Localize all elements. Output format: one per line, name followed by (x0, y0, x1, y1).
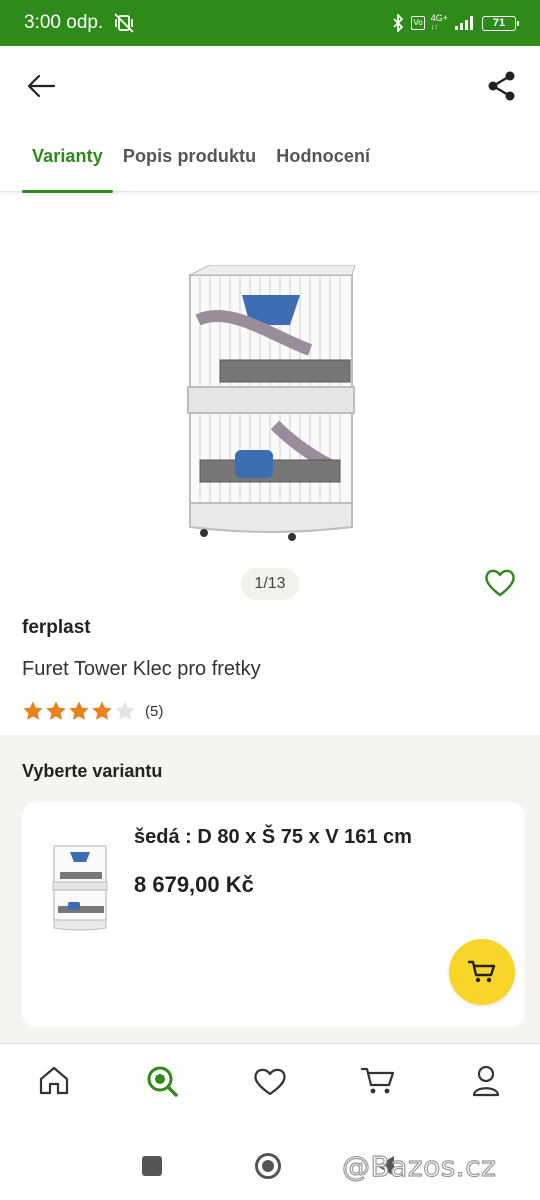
product-brand[interactable]: ferplast (22, 617, 91, 639)
heart-outline-icon[interactable] (484, 567, 516, 602)
product-name: Furet Tower Klec pro fretky (22, 658, 261, 680)
rating-stars (22, 700, 136, 722)
status-bar: 3:00 odp. Vo 4G+ ↓↑ 71 (0, 0, 540, 46)
product-rating[interactable]: (5) (22, 700, 163, 722)
tab-bar: Varianty Popis produktu Hodnocení (0, 126, 540, 193)
variant-name: šedá : D 80 x Š 75 x V 161 cm (134, 826, 412, 848)
signal-icon (455, 16, 473, 30)
recents-icon[interactable] (142, 1156, 162, 1176)
network-type: 4G+ ↓↑ (430, 13, 448, 32)
status-time: 3:00 odp. (24, 12, 104, 33)
cart-icon (468, 960, 496, 984)
arrow-left-icon[interactable] (22, 70, 60, 102)
star-filled-icon (92, 701, 112, 720)
home-icon (38, 1066, 70, 1096)
nav-cart[interactable] (324, 1044, 432, 1128)
star-filled-icon (23, 701, 43, 720)
home-circle-icon[interactable] (255, 1153, 281, 1179)
star-filled-icon (69, 701, 89, 720)
tab-varianty[interactable]: Varianty (22, 126, 113, 193)
variants-title: Vyberte variantu (22, 761, 163, 781)
image-counter: 1/13 (241, 568, 299, 600)
status-icons: Vo 4G+ ↓↑ 71 (391, 13, 519, 32)
bottom-navigation (0, 1043, 540, 1128)
product-gallery[interactable]: 1/13 (0, 193, 540, 613)
rating-count: (5) (145, 702, 164, 720)
share-icon[interactable] (486, 69, 518, 103)
watermark: @Bazos.cz (341, 1149, 497, 1183)
nav-search[interactable] (108, 1044, 216, 1128)
battery-icon: 71 (482, 15, 519, 31)
variant-image (52, 845, 108, 931)
variant-card[interactable]: šedá : D 80 x Š 75 x V 161 cm 8 679,00 K… (22, 802, 525, 1027)
variant-price: 8 679,00 Kč (134, 872, 254, 897)
cart-icon (361, 1066, 395, 1096)
star-empty-icon (115, 701, 135, 720)
add-to-cart-button[interactable] (449, 939, 515, 1005)
nav-profile[interactable] (432, 1044, 540, 1128)
home-circle-dot (262, 1160, 274, 1172)
bluetooth-icon (393, 14, 404, 32)
tab-hodnoceni[interactable]: Hodnocení (266, 126, 380, 192)
nav-favorites[interactable] (216, 1044, 324, 1128)
volte-icon: Vo (411, 16, 425, 30)
vibrate-off-icon (113, 12, 135, 34)
tab-popis-produktu[interactable]: Popis produktu (113, 126, 266, 192)
variants-section: Vyberte variantu šedá : D 80 x Š 75 x V … (0, 735, 540, 1043)
heart-icon (253, 1066, 287, 1096)
search-icon (146, 1065, 178, 1097)
app-bar (0, 46, 540, 126)
user-icon (472, 1065, 500, 1097)
nav-home[interactable] (0, 1044, 108, 1128)
star-filled-icon (46, 701, 66, 720)
product-image[interactable] (180, 265, 360, 550)
